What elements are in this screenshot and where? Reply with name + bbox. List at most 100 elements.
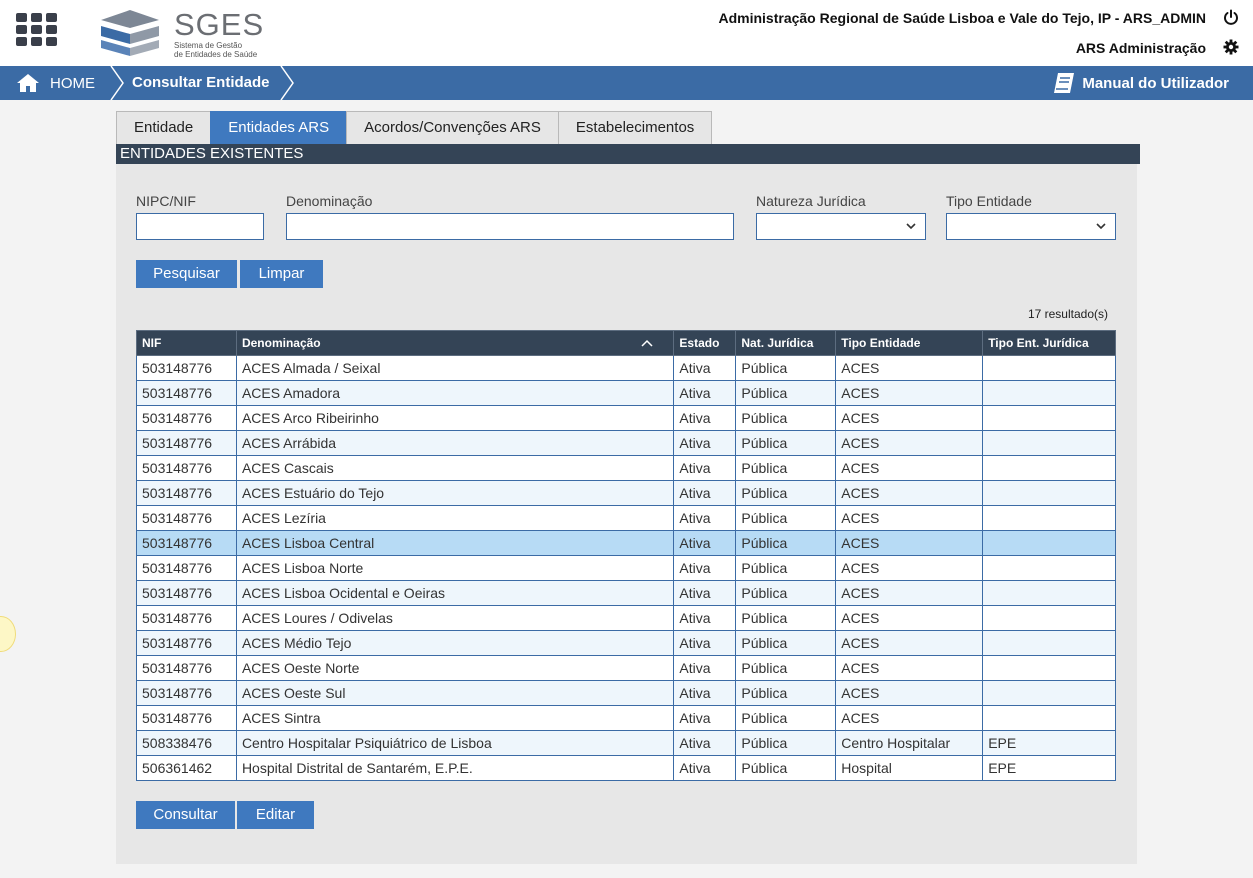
edit-button[interactable]: Editar: [237, 801, 314, 829]
cell-denominacao: ACES Almada / Seixal: [235, 355, 675, 381]
result-count: 17 resultado(s): [1027, 307, 1108, 321]
cell-denominacao: ACES Cascais: [235, 455, 675, 481]
denominacao-input[interactable]: [286, 213, 734, 240]
table-row[interactable]: 503148776 ACES Lisboa Central Ativa Pública…: [136, 530, 1116, 556]
table-row[interactable]: 503148776 ACES Arrábida Ativa Pública ACES: [136, 430, 1116, 456]
cell-tipo-entidade: ACES: [835, 480, 984, 506]
tab-estabelecimentos[interactable]: Estabelecimentos: [557, 111, 713, 144]
entities-table: NIF Denominação Estado Nat. Jurídica Tip…: [136, 330, 1116, 781]
cell-nat-juridica: Pública: [735, 630, 837, 656]
table-row[interactable]: 503148776 ACES Estuário do Tejo Ativa Públi…: [136, 480, 1116, 506]
table-row[interactable]: 503148776 ACES Amadora Ativa Pública ACES: [136, 380, 1116, 406]
cell-tipo-entidade: ACES: [835, 655, 984, 681]
cell-nif: 503148776: [136, 705, 237, 731]
table-row[interactable]: 503148776 ACES Sintra Ativa Pública ACES: [136, 705, 1116, 731]
cell-tipo-ent-juridica: [982, 605, 1116, 631]
cell-nat-juridica: Pública: [735, 530, 837, 556]
user-manual-link[interactable]: Manual do Utilizador: [1052, 66, 1229, 100]
table-row[interactable]: 503148776 ACES Loures / Odivelas Ativa Públ…: [136, 605, 1116, 631]
table-row[interactable]: 503148776 ACES Lezíria Ativa Pública ACES: [136, 505, 1116, 531]
cell-estado: Ativa: [673, 405, 737, 431]
tab-acordos-convencoes[interactable]: Acordos/Convenções ARS: [346, 111, 559, 144]
cell-nif: 503148776: [136, 430, 237, 456]
table-row[interactable]: 506361462 Hospital Distrital de Santarém,…: [136, 755, 1116, 781]
column-header-nat-juridica[interactable]: Nat. Jurídica: [735, 330, 837, 356]
cell-nif: 503148776: [136, 380, 237, 406]
cell-nif: 503148776: [136, 455, 237, 481]
book-icon: [1054, 73, 1075, 93]
breadcrumb-separator-icon: [110, 66, 124, 100]
cell-denominacao: ACES Oeste Sul: [235, 680, 675, 706]
tipo-entidade-select[interactable]: [946, 213, 1116, 240]
cell-tipo-ent-juridica: [982, 555, 1116, 581]
clear-button[interactable]: Limpar: [240, 260, 323, 288]
natureza-juridica-label: Natureza Jurídica: [756, 193, 866, 209]
cell-nat-juridica: Pública: [735, 580, 837, 606]
search-button[interactable]: Pesquisar: [136, 260, 237, 288]
table-row[interactable]: 503148776 ACES Oeste Norte Ativa Pública ACE…: [136, 655, 1116, 681]
column-header-tipo-ent-juridica[interactable]: Tipo Ent. Jurídica: [982, 330, 1116, 356]
cell-estado: Ativa: [673, 430, 737, 456]
home-link[interactable]: HOME: [16, 66, 95, 100]
gear-icon[interactable]: [1223, 39, 1239, 55]
cell-tipo-ent-juridica: [982, 430, 1116, 456]
user-manual-label: Manual do Utilizador: [1082, 74, 1229, 92]
organization-name: Administração Regional de Saúde Lisboa e…: [718, 10, 1206, 26]
table-body: 503148776 ACES Almada / Seixal Ativa Públic…: [136, 355, 1116, 781]
cell-tipo-entidade: ACES: [835, 355, 984, 381]
tab-entidade[interactable]: Entidade: [116, 111, 212, 144]
apps-grid-icon[interactable]: [16, 13, 58, 47]
cell-tipo-entidade: ACES: [835, 555, 984, 581]
cell-nif: 503148776: [136, 355, 237, 381]
cell-nif: 506361462: [136, 755, 237, 781]
table-row[interactable]: 503148776 ACES Arco Ribeirinho Ativa Públic…: [136, 405, 1116, 431]
power-icon[interactable]: [1223, 9, 1239, 25]
cell-nat-juridica: Pública: [735, 555, 837, 581]
table-row[interactable]: 503148776 ACES Oeste Sul Ativa Pública ACES: [136, 680, 1116, 706]
chevron-down-icon: [1096, 223, 1106, 230]
view-button[interactable]: Consultar: [136, 801, 235, 829]
table-row[interactable]: 503148776 ACES Cascais Ativa Pública ACES: [136, 455, 1116, 481]
cell-tipo-ent-juridica: [982, 505, 1116, 531]
sort-ascending-icon[interactable]: [641, 339, 653, 347]
cell-denominacao: ACES Lisboa Norte: [235, 555, 675, 581]
user-role[interactable]: ARS Administração: [1076, 40, 1206, 56]
cell-estado: Ativa: [673, 530, 737, 556]
column-header-denominacao[interactable]: Denominação: [235, 330, 675, 356]
column-header-nif[interactable]: NIF: [136, 330, 237, 356]
app-logo[interactable]: SGES Sistema de Gestão de Entidades de S…: [97, 6, 272, 61]
app-title: SGES: [174, 7, 265, 42]
cell-tipo-ent-juridica: [982, 480, 1116, 506]
nif-input[interactable]: [136, 213, 264, 240]
app-subtitle-line2: de Entidades de Saúde: [174, 50, 258, 59]
cell-tipo-ent-juridica: EPE: [982, 730, 1116, 756]
cell-nif: 508338476: [136, 730, 237, 756]
cell-tipo-entidade: ACES: [835, 405, 984, 431]
cell-nif: 503148776: [136, 530, 237, 556]
cell-tipo-ent-juridica: [982, 380, 1116, 406]
section-title: ENTIDADES EXISTENTES: [116, 144, 1140, 164]
cell-tipo-ent-juridica: [982, 405, 1116, 431]
table-row[interactable]: 503148776 ACES Almada / Seixal Ativa Públic…: [136, 355, 1116, 381]
cell-tipo-entidade: Centro Hospitalar: [835, 730, 984, 756]
cell-tipo-ent-juridica: [982, 530, 1116, 556]
chevron-down-icon: [906, 223, 916, 230]
nif-label: NIPC/NIF: [136, 193, 196, 209]
column-header-tipo-entidade[interactable]: Tipo Entidade: [835, 330, 984, 356]
cell-tipo-ent-juridica: [982, 580, 1116, 606]
cell-denominacao: ACES Loures / Odivelas: [235, 605, 675, 631]
cell-nat-juridica: Pública: [735, 755, 837, 781]
cell-tipo-ent-juridica: [982, 655, 1116, 681]
cell-tipo-ent-juridica: [982, 705, 1116, 731]
table-row[interactable]: 503148776 ACES Lisboa Norte Ativa Pública AC…: [136, 555, 1116, 581]
natureza-juridica-select[interactable]: [756, 213, 926, 240]
cell-tipo-ent-juridica: [982, 455, 1116, 481]
table-row[interactable]: 503148776 ACES Médio Tejo Ativa Pública ACES: [136, 630, 1116, 656]
table-row[interactable]: 503148776 ACES Lisboa Ocidental e Oeiras A…: [136, 580, 1116, 606]
denominacao-label: Denominação: [286, 193, 373, 209]
cell-nif: 503148776: [136, 630, 237, 656]
tab-entidades-ars[interactable]: Entidades ARS: [210, 111, 348, 144]
cell-denominacao: ACES Lezíria: [235, 505, 675, 531]
column-header-estado[interactable]: Estado: [673, 330, 737, 356]
table-row[interactable]: 508338476 Centro Hospitalar Psiquiátrico …: [136, 730, 1116, 756]
